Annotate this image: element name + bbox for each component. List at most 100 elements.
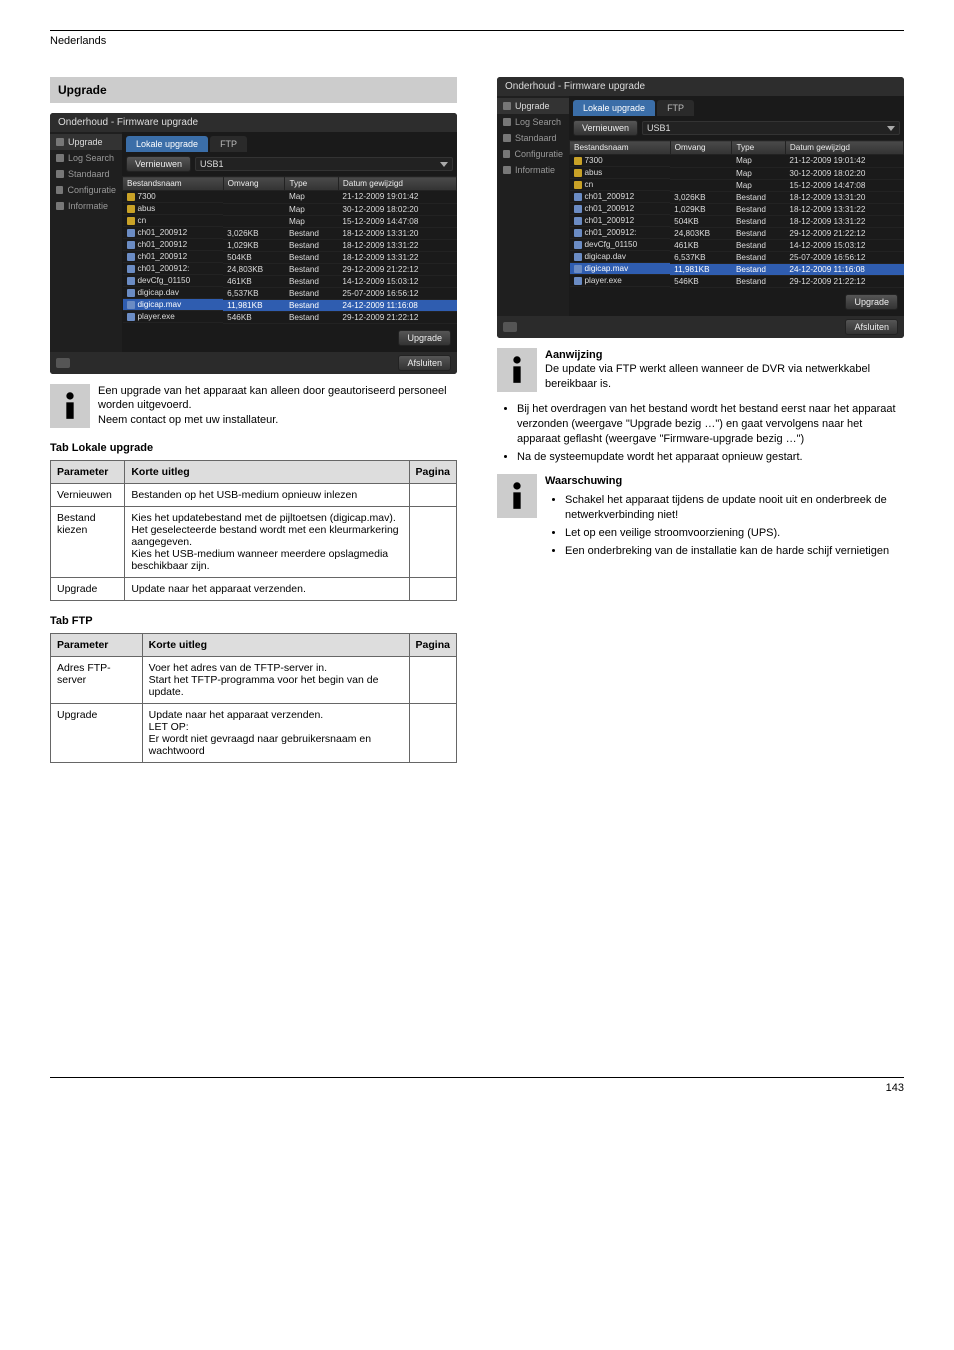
- list-item: Let op een veilige stroomvoorziening (UP…: [565, 526, 904, 541]
- folder-icon: [127, 193, 135, 201]
- table-row[interactable]: devCfg_01150461KBBestand14-12-2009 15:03…: [123, 275, 457, 287]
- sidebar-item[interactable]: Log Search: [50, 150, 122, 166]
- table-row: VernieuwenBestanden op het USB-medium op…: [51, 484, 457, 507]
- list-item: Bij het overdragen van het bestand wordt…: [517, 402, 904, 447]
- file-icon: [574, 241, 582, 249]
- drive-select[interactable]: USB1: [195, 157, 453, 171]
- list-item: Na de systeemupdate wordt het apparaat o…: [517, 450, 904, 465]
- table-row[interactable]: ch01_200912:24,803KBBestand29-12-2009 21…: [570, 227, 904, 239]
- info-icon: [497, 348, 537, 392]
- table-row[interactable]: ch01_200912504KBBestand18-12-2009 13:31:…: [570, 215, 904, 227]
- refresh-button[interactable]: Vernieuwen: [573, 120, 638, 136]
- info-icon: [50, 384, 90, 428]
- table-row[interactable]: abusMap30-12-2009 18:02:20: [123, 203, 457, 215]
- tab-local-upgrade[interactable]: Lokale upgrade: [126, 136, 208, 152]
- table-row[interactable]: devCfg_01150461KBBestand14-12-2009 15:03…: [570, 239, 904, 251]
- list-item: Schakel het apparaat tijdens de update n…: [565, 493, 904, 523]
- note-text: Aanwijzing De update via FTP werkt allee…: [545, 348, 904, 393]
- refresh-button[interactable]: Vernieuwen: [126, 156, 191, 172]
- info-icon: [503, 166, 511, 174]
- upgrade-button[interactable]: Upgrade: [845, 294, 898, 310]
- file-icon: [574, 253, 582, 261]
- page-number: 143: [50, 1077, 904, 1094]
- drive-select[interactable]: USB1: [642, 121, 900, 135]
- params-table-ftp: Parameter Korte uitleg Pagina Adres FTP-…: [50, 633, 457, 763]
- config-icon: [56, 186, 63, 194]
- default-icon: [56, 170, 64, 178]
- log-icon: [503, 118, 511, 126]
- table-row: Bestand kiezenKies het updatebestand met…: [51, 507, 457, 578]
- sidebar-item[interactable]: Configuratie: [50, 182, 122, 198]
- file-icon: [127, 265, 135, 273]
- file-icon: [127, 229, 135, 237]
- file-icon: [574, 193, 582, 201]
- sidebar-item[interactable]: Standaard: [50, 166, 122, 182]
- upgrade-icon: [56, 138, 64, 146]
- file-icon: [127, 289, 135, 297]
- table-row[interactable]: digicap.mav11,981KBBestand24-12-2009 11:…: [123, 299, 457, 311]
- sidebar-item[interactable]: Standaard: [497, 130, 569, 146]
- table-row[interactable]: digicap.dav6,537KBBestand25-07-2009 16:5…: [123, 287, 457, 299]
- table-row[interactable]: player.exe546KBBestand29-12-2009 21:22:1…: [570, 275, 904, 287]
- tab-ftp[interactable]: FTP: [210, 136, 247, 152]
- table-row[interactable]: 7300Map21-12-2009 19:01:42: [570, 155, 904, 168]
- table-row[interactable]: player.exe546KBBestand29-12-2009 21:22:1…: [123, 311, 457, 323]
- window-title: Onderhoud - Firmware upgrade: [497, 77, 904, 96]
- file-icon: [127, 277, 135, 285]
- table-row[interactable]: cnMap15-12-2009 14:47:08: [123, 215, 457, 227]
- close-button[interactable]: Afsluiten: [845, 319, 898, 335]
- table-row[interactable]: ch01_200912:24,803KBBestand29-12-2009 21…: [123, 263, 457, 275]
- table-row: UpgradeUpdate naar het apparaat verzende…: [51, 704, 457, 763]
- sidebar-item[interactable]: Upgrade: [497, 98, 569, 114]
- tab-local-upgrade[interactable]: Lokale upgrade: [573, 100, 655, 116]
- subheader-ftp: Tab FTP: [50, 615, 457, 627]
- tab-ftp[interactable]: FTP: [657, 100, 694, 116]
- default-icon: [503, 134, 511, 142]
- bullet-list: Bij het overdragen van het bestand wordt…: [497, 402, 904, 464]
- upgrade-icon: [503, 102, 511, 110]
- live-view-icon[interactable]: [503, 322, 517, 332]
- table-row[interactable]: ch01_2009123,026KBBestand18-12-2009 13:3…: [123, 227, 457, 239]
- table-row[interactable]: 7300Map21-12-2009 19:01:42: [123, 191, 457, 204]
- section-title: Upgrade: [50, 77, 457, 103]
- chevron-down-icon: [440, 162, 448, 167]
- file-icon: [127, 253, 135, 261]
- upgrade-button[interactable]: Upgrade: [398, 330, 451, 346]
- table-row[interactable]: ch01_2009121,029KBBestand18-12-2009 13:3…: [123, 239, 457, 251]
- file-icon: [574, 277, 582, 285]
- table-row[interactable]: digicap.mav11,981KBBestand24-12-2009 11:…: [570, 263, 904, 275]
- sidebar-item[interactable]: Configuratie: [497, 146, 569, 162]
- table-row[interactable]: ch01_200912504KBBestand18-12-2009 13:31:…: [123, 251, 457, 263]
- table-row[interactable]: cnMap15-12-2009 14:47:08: [570, 179, 904, 191]
- folder-icon: [574, 157, 582, 165]
- screenshot-left: Onderhoud - Firmware upgrade Upgrade Log…: [50, 113, 457, 374]
- table-row: Adres FTP-serverVoer het adres van de TF…: [51, 657, 457, 704]
- info-icon: [56, 202, 64, 210]
- file-icon: [127, 301, 135, 309]
- sidebar-item[interactable]: Log Search: [497, 114, 569, 130]
- close-button[interactable]: Afsluiten: [398, 355, 451, 371]
- chevron-down-icon: [887, 126, 895, 131]
- table-row[interactable]: abusMap30-12-2009 18:02:20: [570, 167, 904, 179]
- sidebar-item[interactable]: Informatie: [497, 162, 569, 178]
- screenshot-right: Onderhoud - Firmware upgrade Upgrade Log…: [497, 77, 904, 338]
- folder-icon: [574, 169, 582, 177]
- folder-icon: [127, 205, 135, 213]
- log-icon: [56, 154, 64, 162]
- warning-heading: Waarschuwing Schakel het apparaat tijden…: [545, 474, 904, 562]
- live-view-icon[interactable]: [56, 358, 70, 368]
- subheader-local: Tab Lokale upgrade: [50, 442, 457, 454]
- file-icon: [127, 313, 135, 321]
- sidebar-item[interactable]: Informatie: [50, 198, 122, 214]
- sidebar-item[interactable]: Upgrade: [50, 134, 122, 150]
- file-icon: [574, 229, 582, 237]
- header-left: Nederlands: [50, 35, 106, 47]
- window-title: Onderhoud - Firmware upgrade: [50, 113, 457, 132]
- table-row[interactable]: ch01_2009121,029KBBestand18-12-2009 13:3…: [570, 203, 904, 215]
- list-item: Een onderbreking van de installatie kan …: [565, 544, 904, 559]
- folder-icon: [127, 217, 135, 225]
- table-row[interactable]: digicap.dav6,537KBBestand25-07-2009 16:5…: [570, 251, 904, 263]
- config-icon: [503, 150, 510, 158]
- file-icon: [574, 265, 582, 273]
- table-row[interactable]: ch01_2009123,026KBBestand18-12-2009 13:3…: [570, 191, 904, 203]
